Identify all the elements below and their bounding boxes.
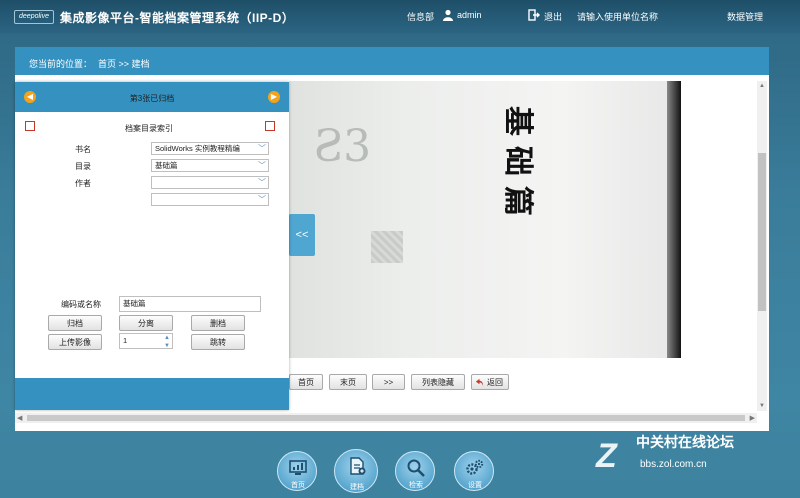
- book-select[interactable]: SolidWorks 实例教程精编 ﹀: [151, 142, 269, 155]
- breadcrumb: 您当前的位置： 首页 >> 建档: [15, 47, 769, 75]
- dock-settings[interactable]: 设置: [454, 451, 494, 491]
- department-label: 信息部: [407, 12, 435, 22]
- first-page-button[interactable]: 首页: [289, 374, 323, 390]
- index-label: 档案目录索引: [125, 124, 173, 133]
- extra-select[interactable]: ﹀: [151, 193, 269, 206]
- breadcrumb-path[interactable]: 首页 >> 建档: [98, 57, 150, 70]
- author-select[interactable]: ﹀: [151, 176, 269, 189]
- next-arrow-icon[interactable]: ▶: [268, 91, 280, 103]
- chapter-title-char: 篇: [500, 186, 535, 216]
- toggle-list-button[interactable]: 列表隐藏: [411, 374, 465, 390]
- author-label: 作者: [75, 179, 91, 188]
- chapter-title-char: 础: [500, 146, 535, 176]
- watermark-text: 中关村在线论坛: [636, 434, 734, 450]
- book-select-value: SolidWorks 实例教程精编: [155, 144, 240, 153]
- horizontal-scroll-thumb[interactable]: [27, 415, 745, 421]
- code-input[interactable]: 基础篇: [119, 296, 261, 312]
- document-add-icon: [350, 457, 366, 475]
- page-number-value: 1: [123, 336, 128, 345]
- vertical-scrollbar[interactable]: ▲ ▼: [757, 81, 767, 411]
- breadcrumb-prefix: 您当前的位置：: [29, 59, 93, 69]
- scroll-left-icon[interactable]: ◀: [17, 414, 22, 422]
- code-label: 编码或名称: [61, 300, 101, 309]
- back-arrow-icon: [475, 378, 484, 387]
- magnifier-icon: [407, 459, 425, 477]
- app-title: 集成影像平台-智能档案管理系统（IIP-D）: [60, 11, 295, 25]
- scroll-right-icon[interactable]: ▶: [750, 414, 755, 422]
- chevron-down-icon: ﹀: [258, 178, 266, 187]
- dock-archive-label: 建档: [350, 484, 364, 491]
- bleed-through-qr: [371, 231, 403, 263]
- delete-button[interactable]: 删档: [191, 315, 245, 331]
- dock-home-label: 首页: [291, 482, 305, 489]
- dock-settings-label: 设置: [468, 482, 482, 489]
- book-label: 书名: [75, 145, 91, 154]
- scanned-page-image[interactable]: Ƨ3 基 础 篇: [289, 81, 681, 358]
- gears-icon: [466, 459, 484, 475]
- catalog-select-value: 基础篇: [155, 161, 178, 170]
- dock-search-label: 检索: [409, 482, 423, 489]
- scroll-up-icon[interactable]: ▲: [759, 83, 765, 89]
- brand-logo: deepolive: [14, 10, 54, 24]
- sidebar-header: ◀ 第3张已归档 ▶: [15, 82, 289, 112]
- data-manage-link[interactable]: 数据管理: [727, 10, 763, 23]
- watermark-logo: Z: [596, 437, 617, 475]
- jump-button[interactable]: 跳转: [191, 334, 245, 350]
- upload-image-button[interactable]: 上传影像: [48, 334, 102, 350]
- spinner-down-icon[interactable]: ▼: [164, 339, 170, 353]
- watermark-url: bbs.zol.com.cn: [640, 459, 707, 470]
- back-button-label: 返回: [487, 378, 503, 387]
- unit-name-prompt[interactable]: 请输入使用单位名称: [577, 10, 658, 23]
- last-page-button[interactable]: 末页: [329, 374, 367, 390]
- edit-icon[interactable]: [265, 121, 275, 131]
- archive-sidebar: ◀ 第3张已归档 ▶ 档案目录索引 书名 SolidWorks 实例教程精编 ﹀ …: [15, 82, 289, 410]
- sidebar-title: 第3张已归档: [129, 94, 175, 103]
- chevron-down-icon: ﹀: [258, 161, 266, 170]
- chapter-title-char: 基: [500, 106, 535, 136]
- top-bar: deepolive 集成影像平台-智能档案管理系统（IIP-D） 信息部 adm…: [0, 0, 800, 33]
- back-button[interactable]: 返回: [471, 374, 509, 390]
- dock-search[interactable]: 检索: [395, 451, 435, 491]
- logout-icon[interactable]: [528, 9, 540, 21]
- horizontal-scrollbar[interactable]: ◀ ▶: [15, 413, 757, 423]
- user-icon: [443, 9, 453, 21]
- chapter-title: 基 础 篇: [497, 101, 537, 221]
- monitor-chart-icon: [289, 460, 307, 475]
- sidebar-footer: [15, 378, 289, 410]
- page-edge-shadow: [667, 81, 681, 358]
- catalog-select[interactable]: 基础篇 ﹀: [151, 159, 269, 172]
- chevron-down-icon: ﹀: [258, 195, 266, 204]
- collapse-sidebar-button[interactable]: <<: [289, 214, 315, 256]
- scroll-down-icon[interactable]: ▼: [759, 403, 765, 409]
- split-button[interactable]: 分离: [119, 315, 173, 331]
- user-name[interactable]: admin: [457, 10, 482, 20]
- catalog-label: 目录: [75, 162, 91, 171]
- logout-link[interactable]: 退出: [544, 10, 562, 23]
- vertical-scroll-thumb[interactable]: [758, 153, 766, 311]
- edit-icon[interactable]: [25, 121, 35, 131]
- chevron-down-icon: ﹀: [258, 144, 266, 153]
- archive-button[interactable]: 归档: [48, 315, 102, 331]
- bleed-through-text: Ƨ3: [313, 121, 372, 172]
- page-number-input[interactable]: 1 ▲ ▼: [119, 333, 173, 349]
- dock-archive[interactable]: 建档: [334, 449, 378, 493]
- next-page-button[interactable]: >>: [372, 374, 405, 390]
- dock-home[interactable]: 首页: [277, 451, 317, 491]
